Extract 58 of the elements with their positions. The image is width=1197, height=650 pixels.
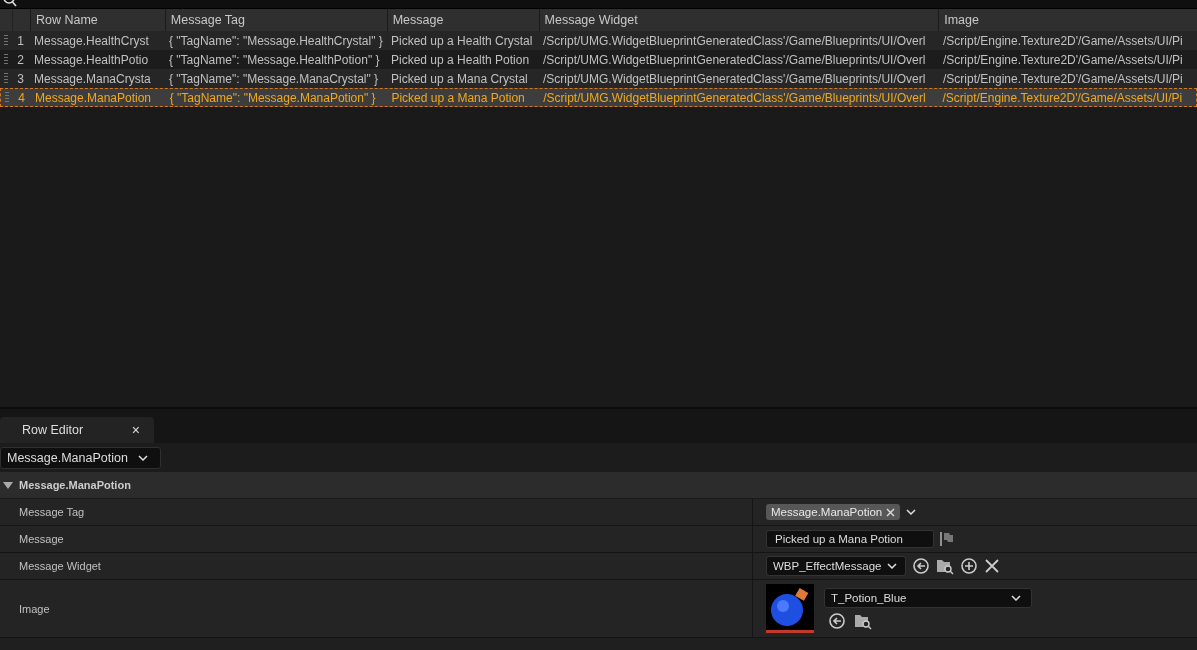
use-selected-icon[interactable] xyxy=(828,611,846,630)
table-cell: /Script/UMG.WidgetBlueprintGeneratedClass'/Game/Blueprints/UI/Overl xyxy=(543,90,926,105)
tab-label: Row Editor xyxy=(22,423,84,437)
row-number: 2 xyxy=(17,52,24,67)
chevron-icon xyxy=(137,454,148,461)
add-icon[interactable] xyxy=(960,557,979,575)
row-editor-tab[interactable]: Row Editor × xyxy=(0,417,154,443)
table-cell: { "TagName": "Message.HealthCrystal" } xyxy=(169,33,383,48)
table-row[interactable]: 1 Message.HealthCryst { "TagName": "Message.HealthCrystal" } Picked up a Health Crystal /Script/UMG.WidgetBlueprintGeneratedClass'/Game/Blueprints/UI/Overl /Script/Engine.Texture2D'/Game/Assets/UI/Pi xyxy=(0,31,1197,50)
property-label: Message Widget xyxy=(19,560,101,572)
chevron-icon[interactable] xyxy=(906,509,917,515)
table-cell: Message.ManaCrysta xyxy=(34,71,151,86)
table-cell: Message.HealthPotio xyxy=(34,52,149,67)
column-header[interactable]: Message Widget xyxy=(544,13,638,27)
chevron-icon xyxy=(1011,594,1021,601)
table-cell: /Script/Engine.Texture2D'/Game/Assets/UI/Pi xyxy=(942,90,1183,105)
table-cell: Message.ManaPotion xyxy=(34,90,152,105)
table-cell: { "TagName": "Message.ManaPotion" } xyxy=(169,90,376,105)
table-cell: Picked up a Mana Potion xyxy=(391,90,525,105)
clear-icon[interactable] xyxy=(984,558,1001,574)
table-cell: /Script/Engine.Texture2D'/Game/Assets/UI/Pi xyxy=(943,33,1183,48)
row-number: 1 xyxy=(17,33,24,48)
table-cell: /Script/UMG.WidgetBlueprintGeneratedClass'/Game/Blueprints/UI/Overl xyxy=(543,33,926,48)
text-field[interactable]: Picked up a Mana Potion xyxy=(766,530,934,548)
flag-icon[interactable] xyxy=(939,531,954,547)
column-header[interactable]: Message Tag xyxy=(170,13,245,27)
table-cell: Picked up a Mana Crystal xyxy=(391,71,528,86)
table-cell: Picked up a Health Crystal xyxy=(391,33,533,48)
category-title: Message.ManaPotion xyxy=(19,479,131,491)
browse-folder-icon[interactable] xyxy=(936,557,955,575)
row-dropdown[interactable]: Message.ManaPotion xyxy=(0,446,161,469)
texture-dropdown[interactable]: T_Potion_Blue xyxy=(824,587,1032,608)
class-dropdown[interactable]: WBP_EffectMessage xyxy=(766,556,907,576)
column-header[interactable]: Row Name xyxy=(35,13,98,27)
property-label: Message xyxy=(19,533,64,545)
column-header[interactable]: Message xyxy=(392,13,444,27)
table-cell: /Script/Engine.Texture2D'/Game/Assets/UI/Pi xyxy=(943,52,1183,67)
column-header[interactable]: Image xyxy=(944,13,979,27)
chevron-icon xyxy=(887,563,898,569)
tag-chip[interactable]: Message.ManaPotion xyxy=(766,504,901,520)
potion-thumbnail xyxy=(766,584,814,633)
row-number: 4 xyxy=(18,90,25,105)
property-label: Image xyxy=(19,602,50,615)
remove-icon[interactable] xyxy=(886,507,896,517)
table-cell: /Script/Engine.Texture2D'/Game/Assets/UI/Pi xyxy=(943,71,1183,86)
close-icon[interactable]: × xyxy=(131,422,140,438)
table-cell: { "TagName": "Message.ManaCrystal" } xyxy=(169,71,379,86)
table-row[interactable]: 3 Message.ManaCrysta { "TagName": "Message.ManaCrystal" } Picked up a Mana Crystal /Script/UMG.WidgetBlueprintGeneratedClass'/Game/Blueprints/UI/Overl /Script/Engine.Texture2D'/Game/Assets/UI/Pi xyxy=(0,69,1197,88)
table-cell: /Script/UMG.WidgetBlueprintGeneratedClass'/Game/Blueprints/UI/Overl xyxy=(543,52,926,67)
table-cell: { "TagName": "Message.HealthPotion" } xyxy=(169,52,380,67)
table-cell: Message.HealthCryst xyxy=(34,33,149,48)
use-selected-icon[interactable] xyxy=(912,557,931,575)
expand-arrow-icon[interactable] xyxy=(3,481,13,489)
table-cell: Picked up a Health Potion xyxy=(391,52,530,67)
row-number: 3 xyxy=(17,71,24,86)
table-row[interactable]: 4 Message.ManaPotion { "TagName": "Message.ManaPotion" } Picked up a Mana Potion /Script/UMG.WidgetBlueprintGeneratedClass'/Game/Blueprints/UI/Overl /Script/Engine.Texture2D'/Game/Assets/UI/Pi xyxy=(0,88,1197,107)
property-label: Message Tag xyxy=(19,506,85,518)
table-cell: /Script/UMG.WidgetBlueprintGeneratedClass'/Game/Blueprints/UI/Overl xyxy=(543,71,926,86)
